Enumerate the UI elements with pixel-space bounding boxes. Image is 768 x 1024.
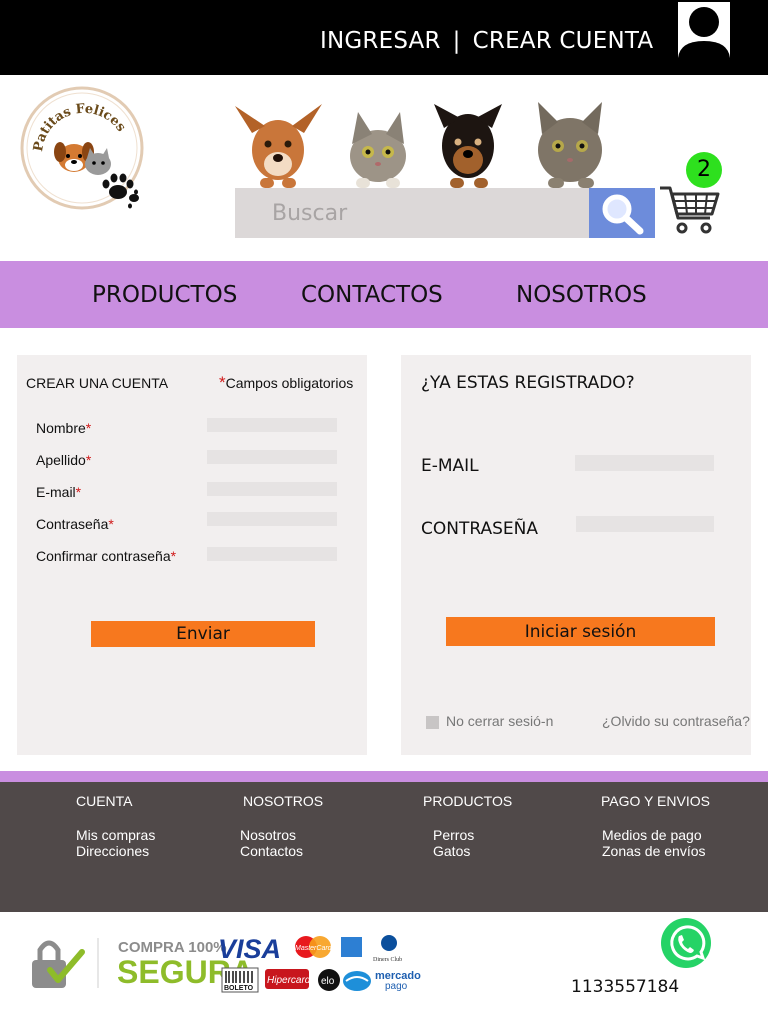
- footer-link-contactos[interactable]: Contactos: [240, 843, 303, 859]
- field-label-confirmar: Confirmar contraseña*: [36, 548, 176, 564]
- footer-link-nosotros[interactable]: Nosotros: [240, 827, 296, 843]
- login-email-label: E-MAIL: [421, 456, 479, 476]
- boleto-logo: BOLETO: [221, 967, 259, 993]
- field-label-confirmar-text: Confirmar contraseña: [36, 548, 171, 564]
- login-title: ¿YA ESTAS REGISTRADO?: [421, 373, 635, 393]
- elo-label: elo: [321, 976, 335, 987]
- required-note: *Campos obligatorios: [219, 373, 353, 393]
- nav-item-contactos[interactable]: CONTACTOS: [301, 282, 443, 308]
- top-bar: INGRESAR | CREAR CUENTA: [0, 0, 768, 75]
- hipercard-logo: Hipercard: [265, 969, 311, 989]
- field-label-apellido-text: Apellido: [36, 452, 86, 468]
- footer-link-gatos[interactable]: Gatos: [433, 843, 470, 859]
- diners-logo: Diners Club: [373, 935, 402, 963]
- login-password-label: CONTRASEÑA: [421, 519, 538, 539]
- cart-count-badge: 2: [686, 152, 722, 188]
- register-panel: CREAR UNA CUENTA *Campos obligatorios No…: [17, 355, 367, 755]
- elo-logo: elo: [318, 969, 340, 991]
- footer-link-medios-de-pago[interactable]: Medios de pago: [602, 827, 702, 843]
- boleto-label: BOLETO: [224, 985, 254, 992]
- footer-link-mis-compras[interactable]: Mis compras: [76, 827, 155, 843]
- magnifier-icon: [602, 194, 644, 235]
- required-star: *: [219, 373, 226, 392]
- diners-label: Diners Club: [373, 957, 402, 963]
- footer-link-zonas-de-envios[interactable]: Zonas de envíos: [602, 843, 706, 859]
- field-label-email-text: E-mail: [36, 484, 76, 500]
- iniciar-sesion-button[interactable]: Iniciar sesión: [446, 617, 715, 646]
- footer-title-cuenta: CUENTA: [76, 793, 133, 809]
- auth-separator: |: [452, 28, 461, 54]
- login-link[interactable]: INGRESAR: [320, 28, 441, 54]
- field-label-nombre: Nombre*: [36, 420, 91, 436]
- required-star: *: [85, 420, 92, 436]
- logo[interactable]: Patitas Felices: [20, 86, 146, 214]
- footer-title-nosotros: NOSOTROS: [243, 793, 324, 809]
- phone-number[interactable]: 1133557184: [571, 977, 679, 997]
- amex-logo: [341, 937, 362, 957]
- nombre-input[interactable]: [207, 418, 337, 432]
- required-star: *: [75, 484, 82, 500]
- whatsapp-icon[interactable]: [659, 916, 713, 970]
- login-password-input[interactable]: [576, 516, 714, 532]
- pago-label: pago: [385, 981, 408, 992]
- password-input[interactable]: [207, 512, 337, 526]
- register-title: CREAR UNA CUENTA: [26, 375, 169, 391]
- nav-item-productos[interactable]: PRODUCTOS: [92, 282, 237, 308]
- bottom-strip: COMPRA 100% SEGURA VISA MasterCard Diner…: [0, 912, 768, 1024]
- auth-links: INGRESAR | CREAR CUENTA: [320, 28, 653, 54]
- field-label-email: E-mail*: [36, 484, 81, 500]
- hipercard-label: Hipercard: [267, 975, 311, 986]
- mercado-pago-logo: mercado pago: [343, 970, 421, 992]
- enviar-button[interactable]: Enviar: [91, 621, 315, 647]
- required-note-text: Campos obligatorios: [225, 375, 354, 391]
- apellido-input[interactable]: [207, 450, 337, 464]
- footer-title-productos: PRODUCTOS: [423, 793, 513, 809]
- confirm-password-input[interactable]: [207, 547, 337, 561]
- email-input[interactable]: [207, 482, 337, 496]
- footer-stripe: [0, 771, 768, 782]
- footer-link-direcciones[interactable]: Direcciones: [76, 843, 149, 859]
- payment-methods-banner: COMPRA 100% SEGURA VISA MasterCard Diner…: [32, 934, 421, 993]
- field-label-contrasena-text: Contraseña: [36, 516, 109, 532]
- login-email-input[interactable]: [575, 455, 714, 471]
- remember-checkbox[interactable]: [426, 716, 439, 729]
- footer-link-perros[interactable]: Perros: [433, 827, 474, 843]
- forgot-password-link[interactable]: ¿Olvido su contraseña?: [602, 713, 750, 729]
- search-input[interactable]: [235, 188, 589, 238]
- remember-label: No cerrar sesió-n: [446, 713, 554, 729]
- required-star: *: [108, 516, 114, 532]
- main-nav: PRODUCTOS CONTACTOS NOSOTROS: [0, 261, 768, 328]
- visa-logo: VISA: [218, 934, 281, 964]
- nav-item-nosotros[interactable]: NOSOTROS: [516, 282, 647, 308]
- footer-title-pago-envios: PAGO Y ENVIOS: [601, 793, 710, 809]
- field-label-apellido: Apellido*: [36, 452, 91, 468]
- mastercard-logo: MasterCard: [295, 936, 333, 958]
- required-star: *: [85, 452, 92, 468]
- footer: CUENTA Mis compras Direcciones NOSOTROS …: [0, 782, 768, 912]
- field-label-contrasena: Contraseña*: [36, 516, 114, 532]
- login-panel: ¿YA ESTAS REGISTRADO? E-MAIL CONTRASEÑA …: [401, 355, 751, 755]
- pets-banner-image: [230, 98, 630, 188]
- required-star: *: [170, 548, 177, 564]
- search-button[interactable]: [589, 188, 655, 238]
- user-avatar-icon[interactable]: [678, 2, 730, 71]
- page: INGRESAR | CREAR CUENTA Patitas Felices: [0, 0, 768, 1024]
- field-label-nombre-text: Nombre: [36, 420, 86, 436]
- shopping-cart-icon[interactable]: [658, 184, 720, 236]
- mastercard-label: MasterCard: [295, 945, 333, 952]
- register-link[interactable]: CREAR CUENTA: [473, 28, 654, 54]
- lock-check-icon: [32, 940, 85, 988]
